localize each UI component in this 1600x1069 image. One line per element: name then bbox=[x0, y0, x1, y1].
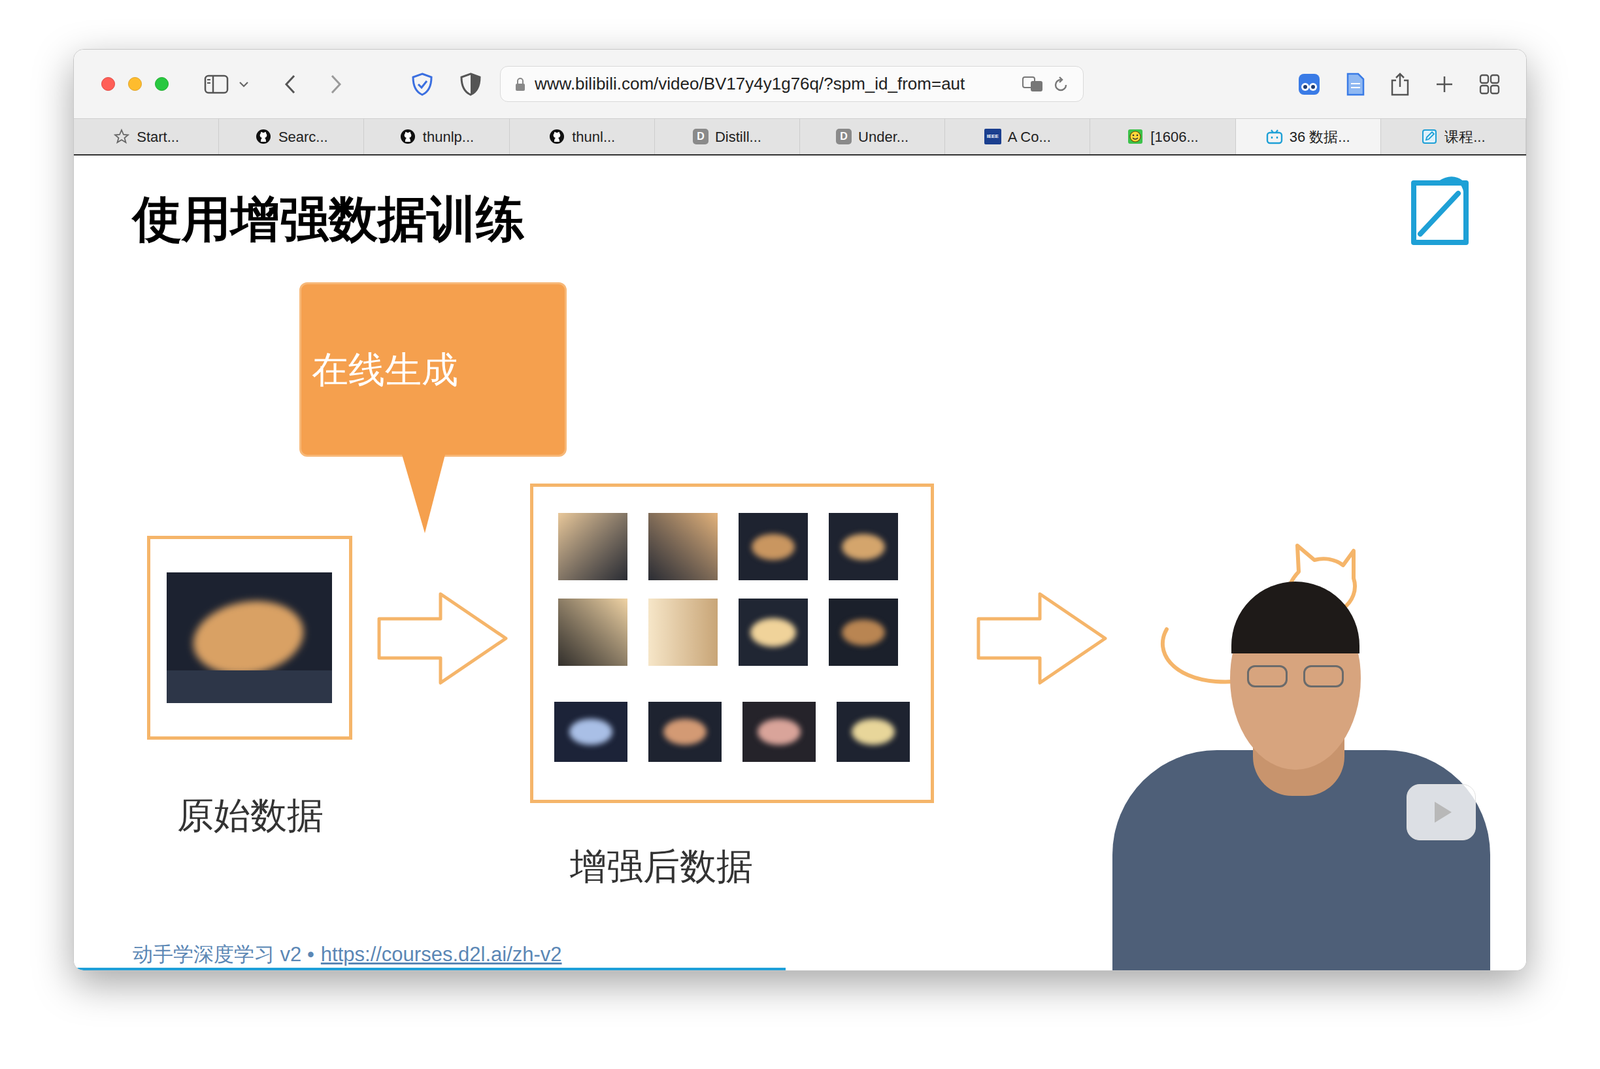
forward-icon[interactable] bbox=[329, 73, 343, 95]
tab-label: [1606... bbox=[1150, 126, 1199, 148]
augmented-photo bbox=[836, 701, 910, 763]
favicon-icon bbox=[1266, 128, 1284, 145]
tab-menu-chevron-icon[interactable] bbox=[237, 80, 250, 89]
browser-tab[interactable]: thunl... bbox=[509, 118, 655, 155]
new-tab-plus-icon[interactable] bbox=[1434, 74, 1455, 95]
browser-tab[interactable]: thunlp... bbox=[364, 118, 510, 155]
callout-text: 在线生成 bbox=[311, 342, 459, 398]
browser-tab[interactable]: Searc... bbox=[218, 118, 365, 155]
augmented-photo bbox=[648, 513, 718, 581]
bilibili-logo-icon bbox=[1400, 173, 1480, 251]
original-cat-photo bbox=[166, 572, 333, 704]
callout-pointer bbox=[401, 454, 446, 535]
augmented-photo bbox=[742, 701, 816, 763]
lock-icon bbox=[515, 77, 526, 92]
tab-overview-grid-icon[interactable] bbox=[1479, 73, 1500, 95]
translate-icon[interactable] bbox=[1021, 75, 1044, 93]
favicon-badge: D bbox=[835, 128, 852, 145]
tab-label: 36 数据... bbox=[1289, 126, 1351, 148]
augmented-photo bbox=[828, 513, 899, 581]
arrow-right-icon bbox=[376, 591, 510, 686]
tab-bar: Start... Searc... thunlp... thunl... D Distil… bbox=[73, 118, 1527, 156]
browser-tab[interactable]: D Distill... bbox=[654, 118, 800, 155]
favicon-badge: IEEE bbox=[984, 128, 1002, 145]
reader-document-icon[interactable] bbox=[1345, 71, 1366, 97]
video-progress-track[interactable] bbox=[73, 967, 1527, 971]
augmented-photo bbox=[554, 701, 628, 763]
address-bar[interactable]: www.bilibili.com/video/BV17y4y1g76q/?spm… bbox=[500, 66, 1084, 102]
original-data-label: 原始数据 bbox=[177, 788, 321, 844]
favicon-badge: D bbox=[692, 128, 709, 145]
video-player[interactable]: 使用增强数据训练 在线生成 原始数据 bbox=[73, 155, 1527, 971]
presenter-video bbox=[1112, 586, 1491, 971]
tab-label: thunl... bbox=[571, 126, 616, 148]
callout-box: 在线生成 bbox=[299, 282, 567, 457]
arrow-right-icon bbox=[975, 591, 1109, 686]
augmented-photo bbox=[828, 598, 899, 667]
video-progress-fill bbox=[73, 967, 786, 971]
original-data-box bbox=[147, 535, 353, 740]
play-button-icon[interactable] bbox=[1406, 784, 1476, 841]
address-text[interactable]: www.bilibili.com/video/BV17y4y1g76q/?spm… bbox=[534, 71, 1013, 97]
toolbar: www.bilibili.com/video/BV17y4y1g76q/?spm… bbox=[73, 49, 1527, 119]
augmented-photo bbox=[648, 701, 722, 763]
favicon-icon bbox=[113, 128, 131, 145]
tab-label: thunlp... bbox=[422, 126, 474, 148]
share-icon[interactable] bbox=[1390, 71, 1410, 97]
favicon-icon bbox=[1420, 128, 1438, 145]
favicon-icon bbox=[254, 128, 272, 145]
reload-icon[interactable] bbox=[1052, 75, 1069, 93]
browser-tab[interactable]: IEEE A Co... bbox=[945, 118, 1091, 155]
augmented-photo bbox=[648, 598, 718, 667]
augmented-data-label: 增强后数据 bbox=[566, 839, 757, 895]
browser-tab[interactable]: 36 数据... bbox=[1235, 118, 1382, 155]
sidebar-icon[interactable] bbox=[203, 74, 229, 95]
browser-tab[interactable]: [1606... bbox=[1090, 118, 1236, 155]
browser-tab[interactable]: Start... bbox=[73, 118, 219, 155]
augmented-photo bbox=[738, 598, 808, 667]
augmented-photo bbox=[558, 513, 628, 581]
zoom-button[interactable] bbox=[154, 77, 169, 91]
footer-text: 动手学深度学习 v2 • bbox=[132, 939, 315, 971]
tab-label: A Co... bbox=[1007, 126, 1051, 148]
tab-label: Under... bbox=[858, 126, 909, 148]
tab-label: Searc... bbox=[278, 126, 329, 148]
footer-link[interactable]: https://courses.d2l.ai/zh-v2 bbox=[320, 939, 563, 971]
browser-window: www.bilibili.com/video/BV17y4y1g76q/?spm… bbox=[73, 49, 1527, 972]
browser-tab[interactable]: 课程... bbox=[1381, 118, 1527, 155]
augmented-data-box bbox=[530, 483, 934, 804]
favicon-icon bbox=[548, 128, 566, 145]
content-blocker-icon[interactable] bbox=[459, 71, 482, 97]
tab-label: Distill... bbox=[715, 126, 762, 148]
slide-title: 使用增强数据训练 bbox=[132, 189, 525, 249]
browser-tab[interactable]: D Under... bbox=[800, 118, 946, 155]
augmented-photo bbox=[558, 598, 628, 667]
augmented-photo bbox=[738, 513, 808, 581]
minimize-button[interactable] bbox=[128, 77, 142, 91]
back-icon[interactable] bbox=[283, 73, 297, 95]
privacy-shield-icon[interactable] bbox=[411, 71, 434, 97]
favicon-icon bbox=[399, 128, 417, 145]
favicon-icon bbox=[1126, 128, 1144, 145]
close-button[interactable] bbox=[101, 77, 116, 91]
tab-label: 课程... bbox=[1444, 126, 1485, 148]
tab-label: Start... bbox=[136, 126, 180, 148]
extension-icon[interactable] bbox=[1297, 72, 1321, 97]
